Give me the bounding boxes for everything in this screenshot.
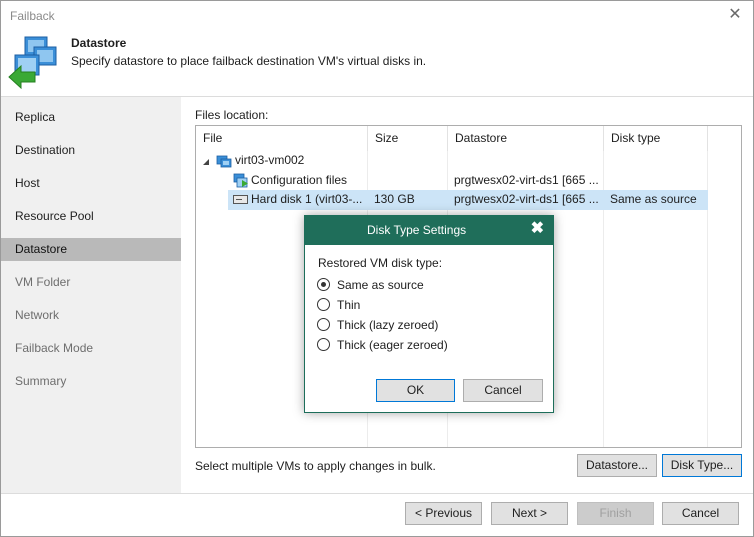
column-header-disk-type[interactable]: Disk type [604, 126, 708, 151]
column-header-size[interactable]: Size [368, 126, 448, 151]
failback-wizard-icon [8, 36, 57, 90]
window-title: Failback [10, 9, 55, 23]
hard-disk-datastore: prgtwesx02-virt-ds1 [665 ... [454, 192, 599, 206]
files-location-label: Files location: [195, 108, 269, 122]
page-title: Datastore [71, 36, 127, 50]
radio-label: Thin [337, 298, 361, 312]
table-row[interactable]: ◢ virt03-vm002 [196, 151, 741, 171]
dialog-close-icon[interactable]: ✖ [531, 221, 544, 237]
window-close-icon[interactable]: ✕ [727, 7, 743, 23]
config-files-icon [233, 173, 248, 188]
disk-type-label: Restored VM disk type: [318, 256, 443, 270]
hard-disk-name: Hard disk 1 (virt03-... [251, 192, 363, 206]
radio-unselected-icon[interactable] [317, 338, 330, 351]
disk-type-button[interactable]: Disk Type... [662, 454, 742, 477]
bulk-changes-hint: Select multiple VMs to apply changes in … [195, 459, 436, 473]
column-header-datastore[interactable]: Datastore [448, 126, 604, 151]
collapse-arrow-icon[interactable]: ◢ [203, 152, 209, 171]
table-row[interactable]: Configuration files prgtwesx02-virt-ds1 … [196, 171, 741, 191]
datastore-button[interactable]: Datastore... [577, 454, 657, 477]
config-files-datastore: prgtwesx02-virt-ds1 [665 ... [454, 173, 599, 187]
sidebar-item-datastore[interactable]: Datastore [1, 238, 181, 261]
wizard-steps-sidebar: Replica Destination Host Resource Pool D… [1, 97, 181, 493]
radio-selected-icon[interactable] [317, 278, 330, 291]
dialog-cancel-button[interactable]: Cancel [463, 379, 543, 402]
radio-label: Thick (lazy zeroed) [337, 318, 439, 332]
next-button[interactable]: Next > [491, 502, 568, 525]
config-files-name: Configuration files [251, 173, 348, 187]
hard-disk-size: 130 GB [374, 192, 415, 206]
radio-label: Same as source [337, 278, 424, 292]
dialog-title-bar: Disk Type Settings ✖ [305, 216, 553, 245]
column-header-file[interactable]: File [196, 126, 368, 151]
sidebar-item-replica[interactable]: Replica [1, 106, 181, 129]
disk-type-settings-dialog: Disk Type Settings ✖ Restored VM disk ty… [304, 215, 554, 413]
footer-divider [1, 493, 753, 494]
radio-unselected-icon[interactable] [317, 298, 330, 311]
hard-disk-icon [233, 195, 248, 204]
sidebar-item-failback-mode[interactable]: Failback Mode [1, 337, 181, 360]
previous-button[interactable]: < Previous [405, 502, 482, 525]
vm-icon [216, 155, 232, 168]
sidebar-item-vm-folder[interactable]: VM Folder [1, 271, 181, 294]
failback-wizard-window: Failback ✕ Datastore Specify datastore t… [0, 0, 754, 537]
table-row-selected[interactable]: Hard disk 1 (virt03-... 130 GB prgtwesx0… [228, 190, 708, 210]
dialog-title: Disk Type Settings [367, 223, 467, 237]
page-subtitle: Specify datastore to place failback dest… [71, 54, 427, 68]
sidebar-item-host[interactable]: Host [1, 172, 181, 195]
title-bar: Failback ✕ [1, 1, 753, 31]
radio-label: Thick (eager zeroed) [337, 338, 448, 352]
sidebar-item-summary[interactable]: Summary [1, 370, 181, 393]
radio-unselected-icon[interactable] [317, 318, 330, 331]
dialog-ok-button[interactable]: OK [376, 379, 455, 402]
vm-name: virt03-vm002 [235, 153, 305, 167]
wizard-header: Datastore Specify datastore to place fai… [1, 31, 753, 96]
finish-button[interactable]: Finish [577, 502, 654, 525]
sidebar-item-resource-pool[interactable]: Resource Pool [1, 205, 181, 228]
sidebar-item-network[interactable]: Network [1, 304, 181, 327]
cancel-button[interactable]: Cancel [662, 502, 739, 525]
hard-disk-type: Same as source [610, 192, 697, 206]
sidebar-item-destination[interactable]: Destination [1, 139, 181, 162]
